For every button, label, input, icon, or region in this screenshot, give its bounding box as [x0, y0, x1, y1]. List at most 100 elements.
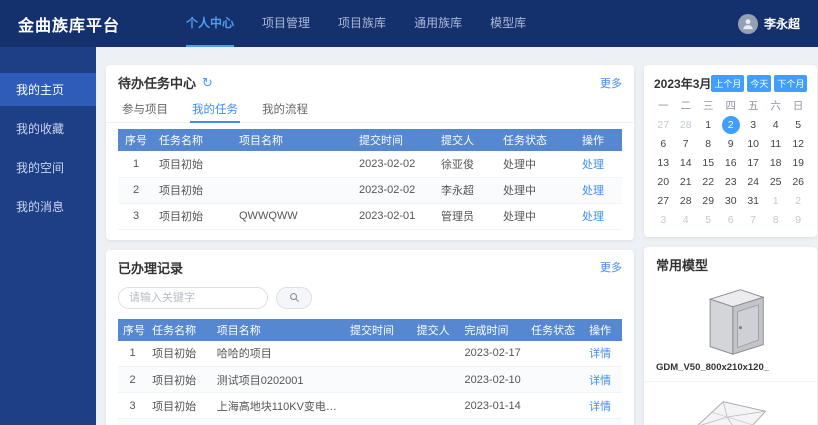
table-cell: 通用族上传	[147, 419, 212, 425]
calendar-day[interactable]: 11	[767, 135, 785, 153]
keyword-search-input[interactable]	[118, 287, 268, 309]
calendar-day[interactable]: 18	[767, 154, 785, 172]
action-link[interactable]: 详情	[589, 401, 611, 413]
calendar-day[interactable]: 27	[654, 116, 672, 134]
calendar-day[interactable]: 6	[654, 135, 672, 153]
calendar-day[interactable]: 8	[699, 135, 717, 153]
nav-item-common-library[interactable]: 通用族库	[400, 0, 476, 47]
calendar-day[interactable]: 17	[744, 154, 762, 172]
calendar-day[interactable]: 22	[699, 173, 717, 191]
action-link[interactable]: 处理	[582, 211, 604, 223]
nav-item-personal-center[interactable]: 个人中心	[172, 0, 248, 47]
nav-item-model-library[interactable]: 模型库	[476, 0, 540, 47]
table-cell: 处理	[564, 177, 622, 203]
done-more-link[interactable]: 更多	[600, 259, 622, 275]
column-header: 完成时间	[460, 319, 527, 341]
calendar-day[interactable]: 6	[722, 211, 740, 229]
app-logo: 金曲族库平台	[18, 12, 120, 36]
user-menu[interactable]: 李永超	[738, 14, 800, 34]
tab-my-workflows[interactable]: 我的流程	[260, 96, 310, 122]
calendar-day[interactable]: 21	[677, 173, 695, 191]
table-cell: 2023-02-10	[460, 367, 527, 393]
table-cell: 通用族上传	[212, 419, 345, 425]
action-link[interactable]: 处理	[582, 159, 604, 171]
table-cell	[345, 341, 412, 367]
sidebar-item-my-favorites[interactable]: 我的收藏	[0, 112, 96, 145]
table-cell: 项目初始	[147, 393, 212, 419]
column-header: 序号	[118, 319, 147, 341]
calendar-day[interactable]: 9	[722, 135, 740, 153]
sidebar: 我的主页 我的收藏 我的空间 我的消息	[0, 47, 96, 425]
table-cell: 1	[118, 151, 154, 177]
search-button[interactable]	[276, 287, 312, 309]
calendar-day[interactable]: 20	[654, 173, 672, 191]
calendar-day[interactable]: 1	[699, 116, 717, 134]
calendar-day[interactable]: 2	[789, 192, 807, 210]
calendar-day[interactable]: 25	[767, 173, 785, 191]
calendar-day[interactable]: 4	[767, 116, 785, 134]
tab-joined-projects[interactable]: 参与项目	[120, 96, 170, 122]
calendar-day[interactable]: 23	[722, 173, 740, 191]
todo-card-header: 待办任务中心 ↻ 更多	[106, 65, 634, 96]
table-cell: 处理	[564, 203, 622, 229]
calendar-day[interactable]: 9	[789, 211, 807, 229]
nav-item-project-library[interactable]: 项目族库	[324, 0, 400, 47]
nav-item-project-management[interactable]: 项目管理	[248, 0, 324, 47]
weekday-label: 六	[764, 98, 786, 115]
table-cell: 3	[118, 393, 147, 419]
calendar-day[interactable]: 28	[677, 192, 695, 210]
calendar-day[interactable]: 7	[677, 135, 695, 153]
calendar-day[interactable]: 19	[789, 154, 807, 172]
column-header: 提交时间	[354, 129, 436, 151]
calendar-day[interactable]: 15	[699, 154, 717, 172]
sidebar-item-my-messages[interactable]: 我的消息	[0, 190, 96, 223]
table-cell: 2023-01-14	[460, 419, 527, 425]
calendar-day[interactable]: 4	[677, 211, 695, 229]
column-header: 项目名称	[234, 129, 354, 151]
calendar-day[interactable]: 16	[722, 154, 740, 172]
action-link[interactable]: 处理	[582, 185, 604, 197]
calendar-day[interactable]: 10	[744, 135, 762, 153]
model-item[interactable]	[644, 382, 817, 425]
calendar-day[interactable]: 24	[744, 173, 762, 191]
calendar-day[interactable]: 12	[789, 135, 807, 153]
calendar-weekday-row: 一二三四五六日	[644, 98, 817, 115]
calendar-day[interactable]: 31	[744, 192, 762, 210]
calendar-day[interactable]: 13	[654, 154, 672, 172]
weekday-label: 一	[652, 98, 674, 115]
calendar-day[interactable]: 29	[699, 192, 717, 210]
next-month-button[interactable]: 下个月	[774, 75, 807, 92]
done-header-row: 序号任务名称项目名称提交时间提交人完成时间任务状态操作	[118, 319, 622, 341]
prev-month-button[interactable]: 上个月	[711, 75, 744, 92]
table-cell: 管理员	[436, 203, 498, 229]
tab-my-tasks[interactable]: 我的任务	[190, 96, 240, 123]
table-cell: 上海高地块110KV变电工程	[212, 393, 345, 419]
calendar-day[interactable]: 26	[789, 173, 807, 191]
action-link[interactable]: 详情	[589, 375, 611, 387]
calendar-day[interactable]: 5	[789, 116, 807, 134]
model-item[interactable]: GDM_V50_800x210x120_	[644, 278, 817, 382]
column-header: 提交人	[436, 129, 498, 151]
today-button[interactable]: 今天	[747, 75, 771, 92]
calendar-day[interactable]: 5	[699, 211, 717, 229]
calendar-day[interactable]: 7	[744, 211, 762, 229]
calendar-day[interactable]: 3	[654, 211, 672, 229]
calendar-day[interactable]: 27	[654, 192, 672, 210]
calendar-day[interactable]: 2	[722, 116, 740, 134]
table-cell: 详情	[578, 419, 622, 425]
todo-more-link[interactable]: 更多	[600, 75, 622, 91]
calendar-day[interactable]: 3	[744, 116, 762, 134]
refresh-icon[interactable]: ↻	[202, 76, 213, 89]
action-link[interactable]: 详情	[589, 348, 611, 360]
app-header: 金曲族库平台 个人中心 项目管理 项目族库 通用族库 模型库 李永超	[0, 0, 818, 47]
app-root: 金曲族库平台 个人中心 项目管理 项目族库 通用族库 模型库 李永超 我的主页 …	[0, 0, 818, 425]
calendar-day[interactable]: 1	[767, 192, 785, 210]
sidebar-item-my-space[interactable]: 我的空间	[0, 151, 96, 184]
calendar-day[interactable]: 8	[767, 211, 785, 229]
sidebar-item-my-home[interactable]: 我的主页	[0, 73, 96, 106]
todo-task-center-card: 待办任务中心 ↻ 更多 参与项目 我的任务 我的流程	[106, 65, 634, 240]
table-row: 1项目初始哈哈的项目2023-02-17详情	[118, 341, 622, 367]
calendar-day[interactable]: 14	[677, 154, 695, 172]
calendar-day[interactable]: 30	[722, 192, 740, 210]
calendar-day[interactable]: 28	[677, 116, 695, 134]
